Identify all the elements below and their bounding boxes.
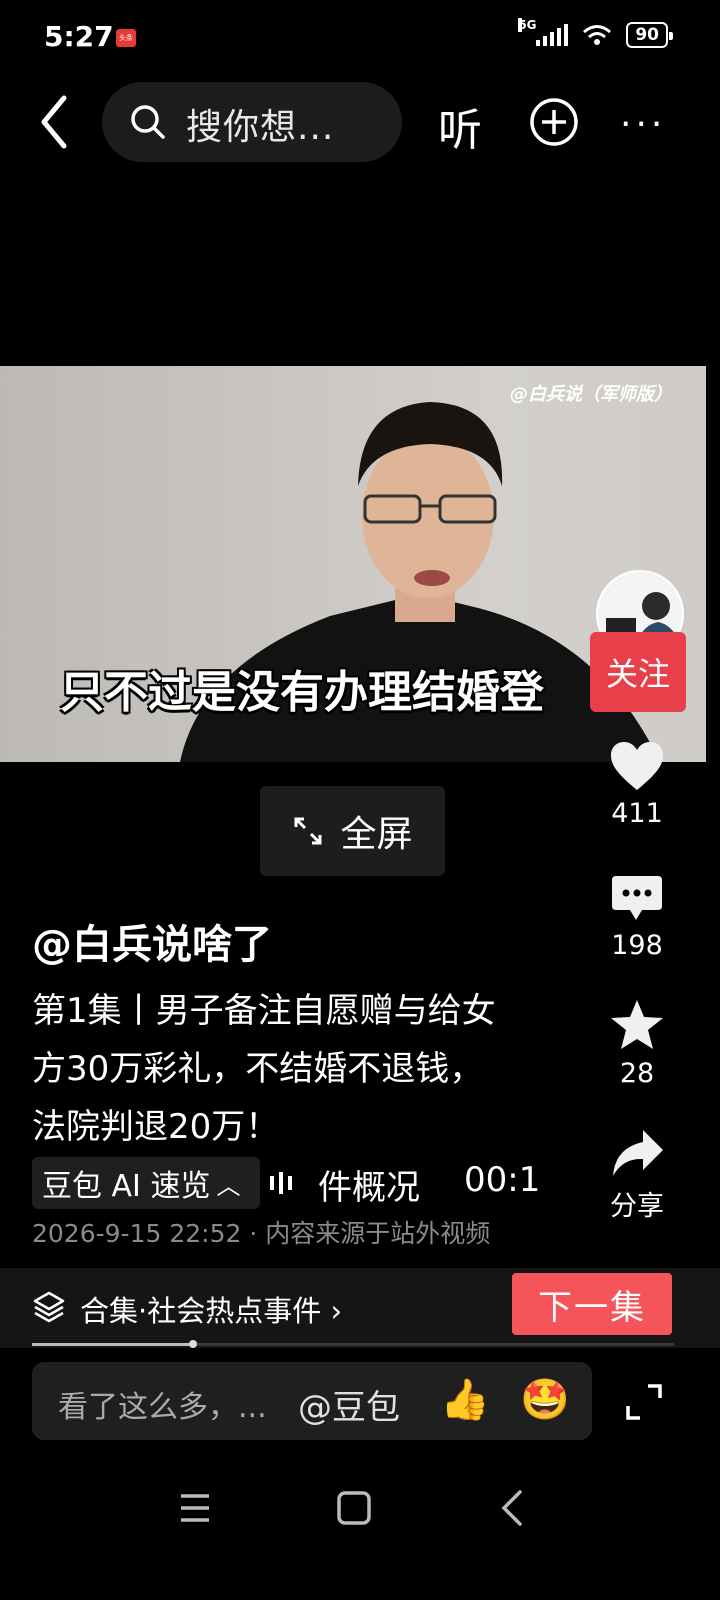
layers-icon [33,1291,65,1323]
post-meta: 2026-9-15 22:52 · 内容来源于站外视频 [32,1219,491,1248]
chevron-up-icon: ︿ [216,1171,241,1200]
share-label: 分享 [610,1191,664,1222]
network-type: 5G [518,18,537,32]
like-button[interactable]: 411 [592,740,682,829]
search-input[interactable]: 搜你想... [186,98,334,150]
progress-fill [32,1343,193,1346]
audio-wave-icon [270,1172,292,1194]
comment-icon [612,876,662,920]
star-icon [611,1000,663,1049]
next-episode-button[interactable]: 下一集 [512,1273,672,1335]
fullscreen-icon [294,817,322,845]
collection-label[interactable]: 合集·社会热点事件 › [80,1288,342,1330]
follow-button[interactable]: 关注 [590,632,686,712]
search-icon [131,105,165,139]
ai-summary-text: 件概况 [318,1168,420,1208]
app-badge-icon: 头条 [116,29,136,47]
video-subtitle: 只不过是没有办理结婚登 [60,667,544,718]
status-indicators: 5G 90 [518,18,673,48]
share-button[interactable]: 分享 [592,1128,682,1223]
favorite-count: 28 [619,1058,655,1089]
share-icon [613,1130,663,1176]
status-time: 5:27 [44,20,114,53]
listen-button[interactable]: 听 [438,94,482,158]
signal-icon: 5G [518,18,569,46]
author-name[interactable]: @白兵说啥了 [32,912,272,970]
video-description: 第1集丨男子备注自愿赠与给女方30万彩礼，不结婚不退钱，法院判退20万！ [32,991,496,1147]
mention-doubao-button[interactable]: @豆包 [298,1380,400,1429]
add-icon[interactable] [528,96,580,148]
fullscreen-button[interactable]: 全屏 [260,786,445,876]
ai-summary-time: 00:1 [464,1160,541,1200]
back-nav-icon[interactable] [498,1488,526,1528]
thumbs-up-emoji-button[interactable]: 👍 [440,1376,490,1423]
progress-thumb[interactable] [188,1340,197,1348]
collection-name: 合集·社会热点事件 [80,1294,322,1328]
wifi-icon [583,25,612,45]
heart-icon [611,742,663,790]
star-eyes-emoji-button[interactable]: 🤩 [520,1376,570,1423]
comment-button[interactable]: 198 [592,874,682,961]
menu-nav-icon[interactable] [178,1488,212,1528]
ai-summary-label: 豆包 AI 速览 [42,1169,211,1204]
favorite-button[interactable]: 28 [592,998,682,1089]
fullscreen-label: 全屏 [340,814,413,855]
expand-icon[interactable] [624,1382,664,1422]
like-count: 411 [611,798,663,829]
chevron-right-icon: › [330,1294,343,1328]
battery-icon: 90 [626,22,673,48]
comment-placeholder: 看了这么多，... [58,1390,267,1425]
home-nav-icon[interactable] [336,1488,372,1528]
more-icon[interactable]: ··· [620,104,666,145]
back-button[interactable] [30,92,80,152]
video-watermark: @白兵说（军师版） [510,384,672,405]
ai-summary-button[interactable]: 豆包 AI 速览 ︿ [32,1157,260,1209]
comment-count: 198 [611,930,663,961]
